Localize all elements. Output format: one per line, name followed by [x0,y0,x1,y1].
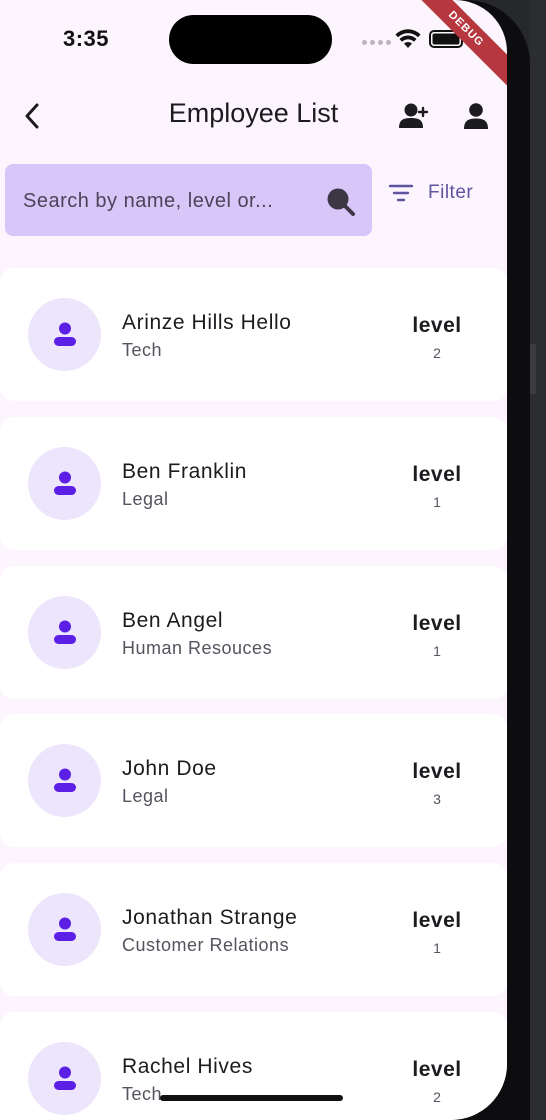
employee-name: Arinze Hills Hello [122,311,292,334]
avatar [28,893,101,966]
employee-department: Legal [122,489,169,509]
phone-screen: 3:35 DEBUG Employee List Search by name,… [0,0,507,1120]
level-value: 1 [433,643,441,659]
level-value: 1 [433,494,441,510]
filter-label: Filter [428,182,474,203]
scroll-edge [530,344,536,394]
employee-name: Ben Franklin [122,460,248,483]
employee-card[interactable]: John Doe Legal level 3 [0,714,507,847]
wifi-icon [395,29,421,48]
person-add-icon [399,103,429,128]
level-value: 2 [433,1089,441,1105]
employee-name: Rachel Hives [122,1055,253,1078]
profile-button[interactable] [456,96,496,136]
person-icon [53,322,76,346]
person-icon [53,620,76,644]
app-bar: Employee List [0,80,507,152]
person-icon [53,471,76,495]
cellular-signal-icon [362,40,391,45]
level-label: level [412,909,462,932]
level-label: level [412,760,462,783]
level-value: 1 [433,940,441,956]
person-icon [53,1066,76,1090]
person-icon [53,768,76,792]
home-indicator[interactable] [160,1095,343,1101]
person-icon [53,917,76,941]
employee-card[interactable]: Rachel Hives Tech level 2 [0,1012,507,1120]
employee-name: Jonathan Strange [122,906,298,929]
dynamic-island [169,15,332,64]
filter-button[interactable]: Filter [388,182,473,204]
employee-card[interactable]: Ben Angel Human Resouces level 1 [0,566,507,699]
level-value: 2 [433,345,441,361]
employee-card[interactable]: Jonathan Strange Customer Relations leve… [0,863,507,996]
level-value: 3 [433,791,441,807]
search-icon[interactable] [324,186,356,218]
employee-department: Human Resouces [122,638,273,658]
level-label: level [412,314,462,337]
level-label: level [412,1058,462,1081]
level-label: level [412,612,462,635]
search-field[interactable] [5,164,372,238]
employee-department: Customer Relations [122,935,290,955]
employee-name: John Doe [122,757,217,780]
status-bar: 3:35 DEBUG [0,0,507,90]
search-input[interactable] [21,164,325,238]
employee-card[interactable]: Ben Franklin Legal level 1 [0,417,507,550]
avatar [28,596,101,669]
add-employee-button[interactable] [394,96,434,136]
avatar [28,1042,101,1115]
person-icon [464,103,488,129]
status-time: 3:35 [63,26,110,51]
filter-icon [388,184,414,202]
employee-department: Tech [122,340,163,360]
avatar [28,447,101,520]
avatar [28,298,101,371]
employee-department: Tech [122,1084,163,1104]
employee-department: Legal [122,786,169,806]
employee-card[interactable]: Arinze Hills Hello Tech level 2 [0,268,507,401]
desktop-edge [530,0,546,1120]
level-label: level [412,463,462,486]
employee-name: Ben Angel [122,609,224,632]
avatar [28,744,101,817]
